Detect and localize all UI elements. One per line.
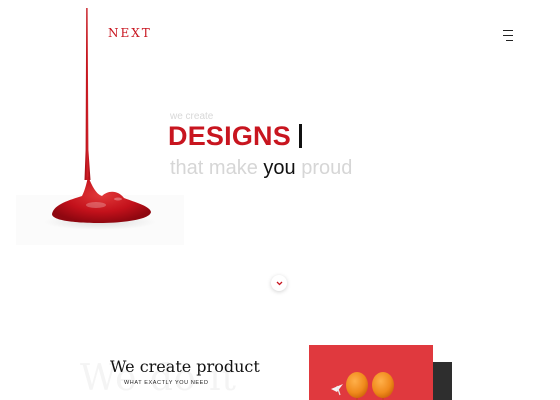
tagline-emphasis: you [263,157,296,179]
typing-cursor [299,124,302,148]
section-title: We create product [110,357,260,376]
hamburger-menu-icon[interactable] [499,30,513,42]
balloons-image [331,372,394,400]
hero-tagline: that make you proud [170,157,352,180]
section-subtitle: WHAT EXACTLY YOU NEED [124,380,209,386]
tagline-after: proud [295,157,353,179]
tagline-before: that make [170,157,264,179]
landing-page: NEXT we create DESIGNS that make you pro… [0,0,560,400]
product-shadow-panel [432,362,452,400]
scroll-down-button[interactable] [271,275,287,291]
product-image [309,345,433,400]
paint-drip-image [16,8,184,245]
chevron-down-icon [276,281,282,285]
hero-headline: DESIGNS [168,121,291,151]
